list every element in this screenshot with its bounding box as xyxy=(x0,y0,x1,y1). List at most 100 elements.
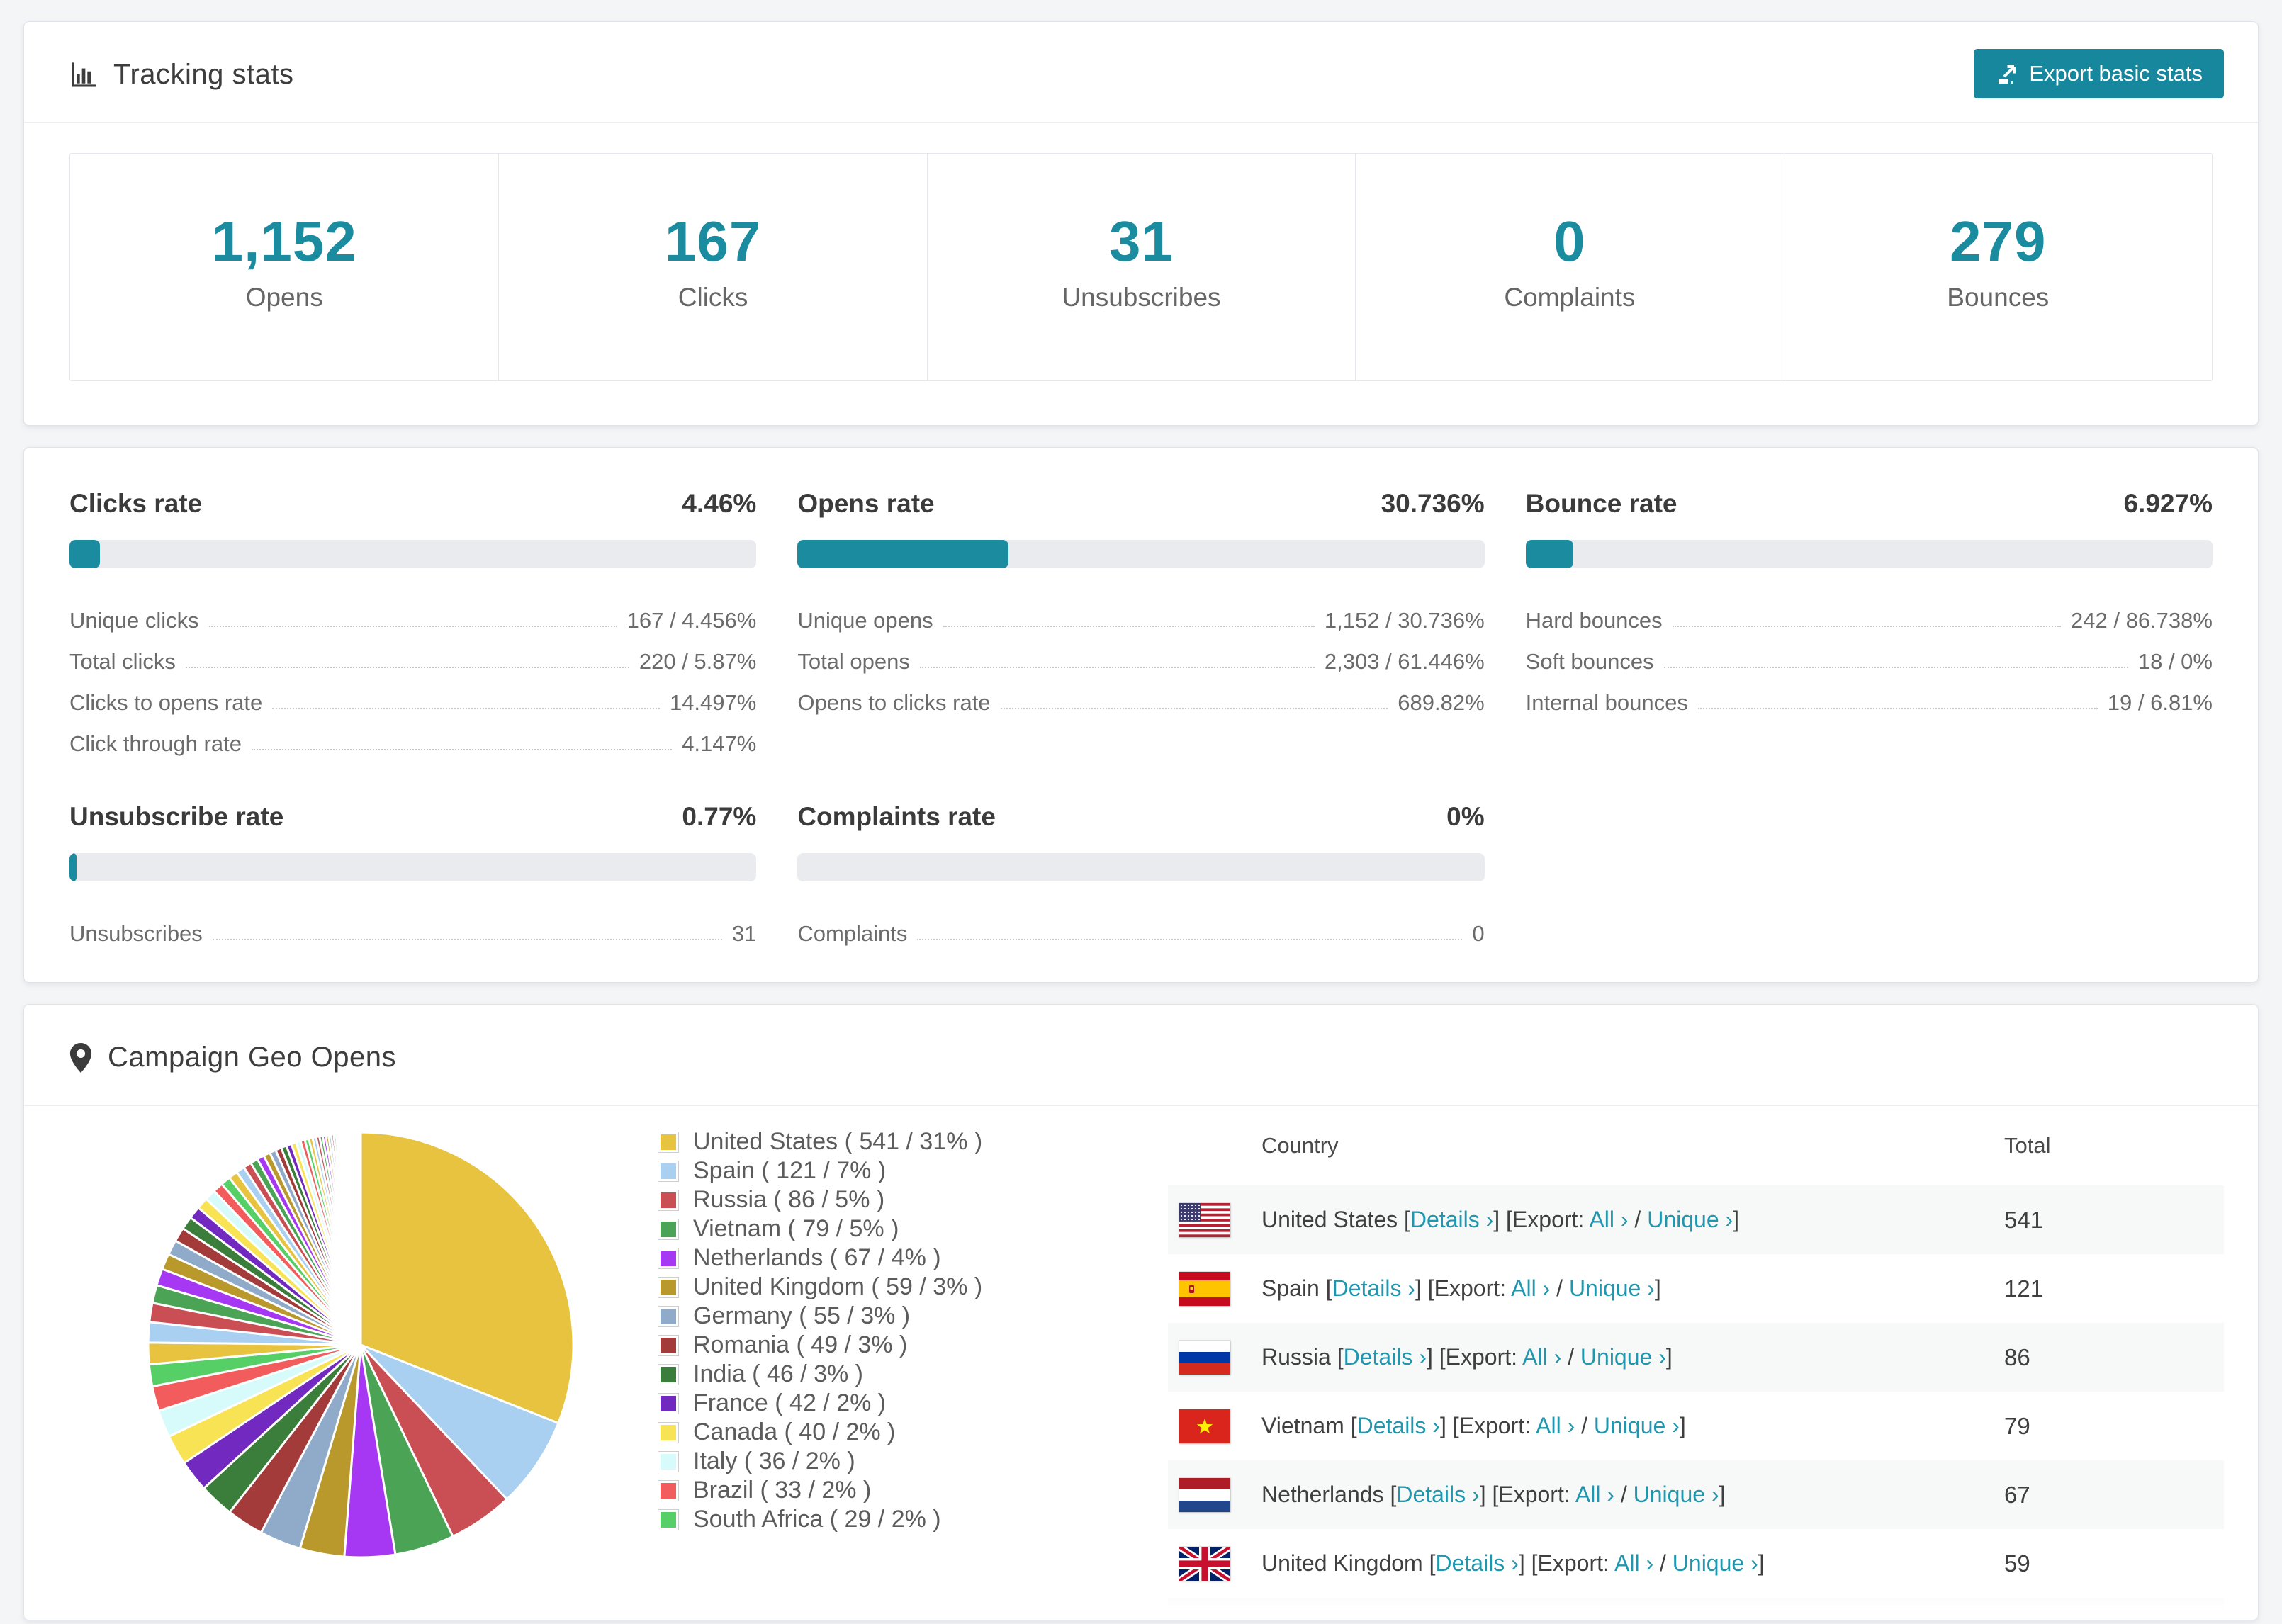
tracking-stats-title: Tracking stats xyxy=(113,59,294,90)
export-unique-link-nl[interactable]: Unique › xyxy=(1634,1482,1719,1507)
export-unique-link-es[interactable]: Unique › xyxy=(1569,1275,1655,1301)
export-all-link-ru[interactable]: All › xyxy=(1522,1344,1561,1370)
stat-value: 14.497% xyxy=(669,690,757,715)
export-all-link-vn[interactable]: All › xyxy=(1536,1413,1575,1438)
geo-table-row-de: Germany [Details ›] [Export: All › / Uni… xyxy=(1168,1598,2224,1620)
stat-value: 167 / 4.456% xyxy=(626,608,757,633)
legend-color-chip xyxy=(658,1247,679,1269)
stat-value: 242 / 86.738% xyxy=(2071,608,2213,633)
details-link-gb[interactable]: Details › xyxy=(1435,1550,1518,1576)
dotted-leader xyxy=(943,626,1315,627)
export-all-link-gb[interactable]: All › xyxy=(1614,1550,1653,1576)
legend-label: Germany ( 55 / 3% ) xyxy=(693,1302,911,1329)
stat-label: Click through rate xyxy=(69,731,242,756)
legend-color-chip xyxy=(658,1392,679,1414)
rate-panel-bounce-rate: Bounce rate 6.927% Hard bounces 242 / 86.73… xyxy=(1525,489,2213,757)
progress-bar-complaints-rate xyxy=(797,853,1485,881)
rate-detail-rows: Complaints 0 xyxy=(797,906,1484,947)
dotted-leader xyxy=(919,667,1315,668)
stat-row: Soft bounces 18 / 0% xyxy=(1526,633,2213,675)
rate-head: Unsubscribe rate 0.77% xyxy=(69,802,756,832)
details-link-nl[interactable]: Details › xyxy=(1396,1482,1479,1507)
geo-row-total: 541 xyxy=(2004,1206,2044,1233)
details-link-us[interactable]: Details › xyxy=(1410,1207,1493,1232)
details-link-de[interactable]: Details › xyxy=(1367,1619,1450,1620)
export-all-link-nl[interactable]: All › xyxy=(1575,1482,1614,1507)
rate-title: Opens rate xyxy=(797,489,935,518)
stat-value: 1,152 / 30.736% xyxy=(1324,608,1485,633)
summary-cell-opens: 1,152 Opens xyxy=(70,154,498,380)
legend-color-chip xyxy=(658,1479,679,1501)
dotted-leader xyxy=(212,939,722,940)
progress-bar-fill xyxy=(1525,540,1573,568)
complaints-label: Complaints xyxy=(1504,283,1636,312)
rate-detail-rows: Unsubscribes 31 xyxy=(69,906,756,947)
stat-value: 689.82% xyxy=(1398,690,1485,715)
dotted-leader xyxy=(185,667,629,668)
geo-header: Campaign Geo Opens xyxy=(24,1005,2258,1106)
export-unique-link-vn[interactable]: Unique › xyxy=(1594,1413,1680,1438)
progress-bar-clicks-rate xyxy=(69,540,757,568)
stat-label: Complaints xyxy=(797,921,908,946)
progress-bar-unsubscribe-rate xyxy=(69,853,757,881)
rate-head: Clicks rate 4.46% xyxy=(69,489,756,519)
summary-cell-clicks: 167 Clicks xyxy=(498,154,926,380)
legend-color-chip xyxy=(658,1189,679,1211)
bounces-count: 279 xyxy=(1950,210,2047,273)
export-basic-stats-button[interactable]: Export basic stats xyxy=(1974,49,2224,98)
rate-title: Clicks rate xyxy=(69,489,203,518)
geo-table-row-vn: Vietnam [Details ›] [Export: All › / Uni… xyxy=(1168,1392,2224,1460)
summary-cell-unsubscribes: 31 Unsubscribes xyxy=(926,154,1355,380)
geo-row-total: 86 xyxy=(2004,1343,2030,1370)
legend-label: Romania ( 49 / 3% ) xyxy=(693,1331,908,1358)
dotted-leader xyxy=(251,749,673,750)
legend-item: Russia ( 86 / 5% ) xyxy=(658,1185,1083,1214)
dotted-leader xyxy=(1663,667,2128,668)
details-link-vn[interactable]: Details › xyxy=(1357,1413,1440,1438)
geo-row-text: United States [Details ›] [Export: All ›… xyxy=(1261,1207,1740,1232)
legend-item: India ( 46 / 3% ) xyxy=(658,1360,1083,1389)
geo-row-total: 67 xyxy=(2004,1481,2030,1508)
geo-pie-chart xyxy=(137,1122,584,1572)
rate-title: Bounce rate xyxy=(1525,489,1677,518)
legend-color-chip xyxy=(658,1363,679,1385)
export-all-link-us[interactable]: All › xyxy=(1589,1207,1628,1232)
complaints-count: 0 xyxy=(1553,210,1586,273)
stat-label: Opens to clicks rate xyxy=(797,690,991,715)
dotted-leader xyxy=(1697,708,2098,709)
opens-label: Opens xyxy=(245,283,323,312)
details-link-es[interactable]: Details › xyxy=(1332,1275,1415,1301)
legend-label: Brazil ( 33 / 2% ) xyxy=(693,1477,872,1504)
country-name: Netherlands xyxy=(1261,1482,1384,1507)
summary-cell-bounces: 279 Bounces xyxy=(1783,154,2212,380)
stat-row: Unique opens 1,152 / 30.736% xyxy=(797,592,1484,633)
export-unique-link-us[interactable]: Unique › xyxy=(1647,1207,1733,1232)
export-unique-link-gb[interactable]: Unique › xyxy=(1673,1550,1758,1576)
gb-flag-icon xyxy=(1179,1546,1230,1581)
legend-label: France ( 42 / 2% ) xyxy=(693,1389,887,1416)
stat-label: Unique clicks xyxy=(69,608,199,633)
legend-color-chip xyxy=(658,1450,679,1472)
stat-label: Total clicks xyxy=(69,649,176,674)
export-all-link-es[interactable]: All › xyxy=(1511,1275,1550,1301)
export-all-link-de[interactable]: All › xyxy=(1546,1619,1585,1620)
rate-value: 0.77% xyxy=(682,802,757,831)
stat-label: Soft bounces xyxy=(1525,649,1654,674)
geo-row-total: 79 xyxy=(2004,1412,2030,1439)
export-unique-link-ru[interactable]: Unique › xyxy=(1580,1344,1666,1370)
geo-table-header: Country Total xyxy=(1168,1106,2224,1185)
export-button-label: Export basic stats xyxy=(2029,61,2203,86)
details-link-ru[interactable]: Details › xyxy=(1344,1344,1427,1370)
legend-color-chip xyxy=(658,1509,679,1530)
export-unique-link-de[interactable]: Unique › xyxy=(1604,1619,1690,1620)
clicks-label: Clicks xyxy=(678,283,748,312)
progress-bar-fill xyxy=(69,853,77,881)
progress-bar-bounce-rate xyxy=(1525,540,2213,568)
rate-value: 30.736% xyxy=(1381,489,1485,518)
legend-item: South Africa ( 29 / 2% ) xyxy=(658,1505,1083,1534)
summary-stats: 1,152 Opens 167 Clicks 31 Unsubscribes 0… xyxy=(69,153,2213,381)
legend-item: Netherlands ( 67 / 4% ) xyxy=(658,1244,1083,1273)
legend-label: United Kingdom ( 59 / 3% ) xyxy=(693,1273,983,1300)
rate-head: Complaints rate 0% xyxy=(797,802,1484,832)
summary-cell-complaints: 0 Complaints xyxy=(1355,154,1783,380)
